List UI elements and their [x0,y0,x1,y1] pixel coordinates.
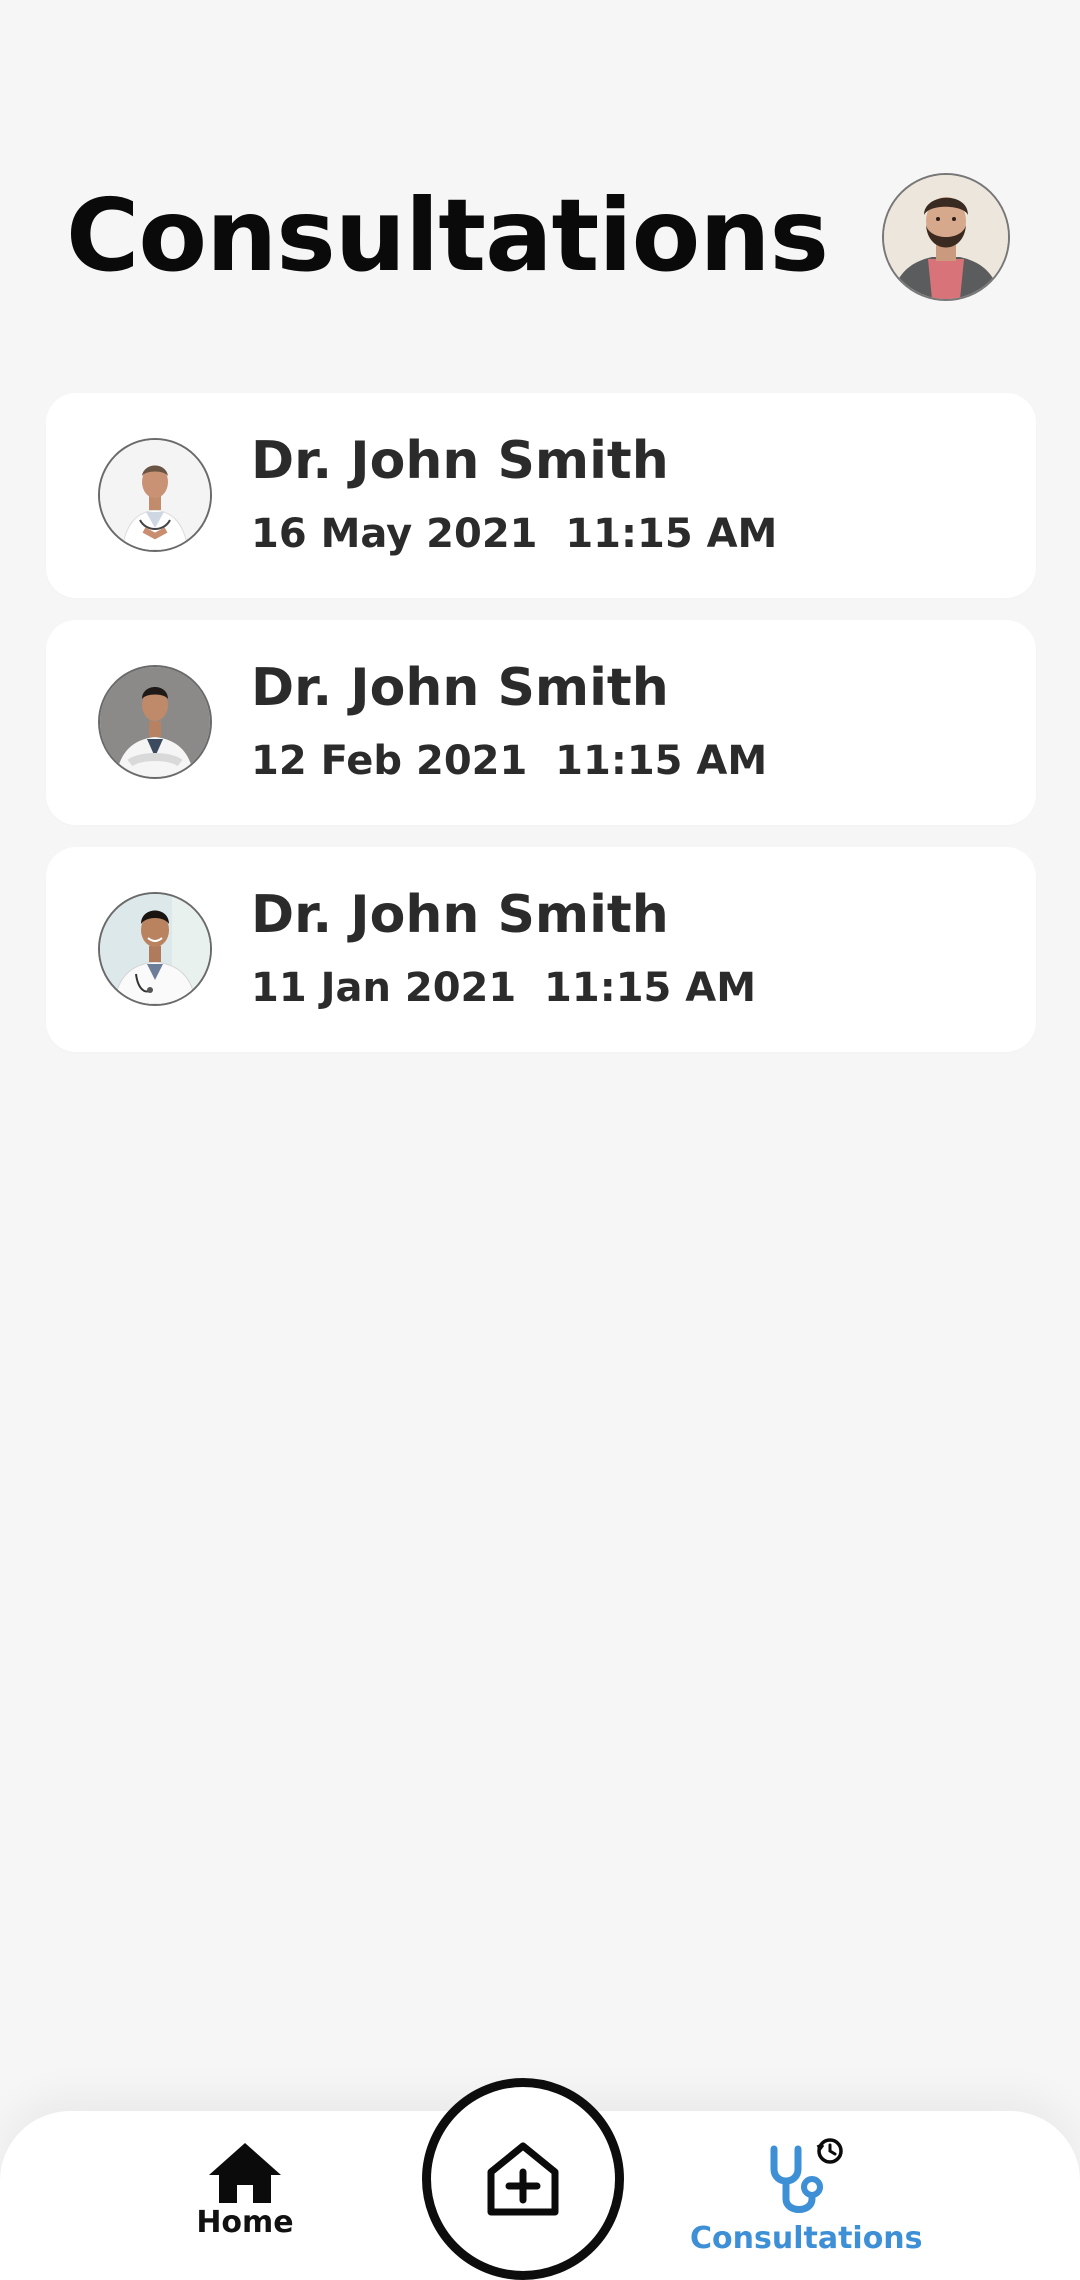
home-icon [209,2143,281,2203]
consultation-datetime: 16 May 2021 11:15 AM [251,511,778,557]
doctor-avatar-icon [100,440,210,550]
nav-home-tab[interactable]: Home [180,2141,310,2261]
doctor-avatar-icon [100,667,210,777]
nav-home-label: Home [196,2205,294,2240]
doctor-avatar [98,892,212,1006]
consultation-card[interactable]: Dr. John Smith 16 May 2021 11:15 AM [46,393,1036,598]
page-title: Consultations [66,177,829,294]
add-consultation-button[interactable] [422,2078,624,2280]
user-avatar[interactable] [882,173,1010,301]
user-avatar-icon [884,175,1008,299]
nav-consultations-label: Consultations [690,2221,923,2256]
consultation-datetime: 12 Feb 2021 11:15 AM [251,738,768,784]
doctor-avatar [98,438,212,552]
consultation-card[interactable]: Dr. John Smith 11 Jan 2021 11:15 AM [46,847,1036,1052]
doctor-name: Dr. John Smith [251,431,669,491]
consultation-datetime: 11 Jan 2021 11:15 AM [251,965,757,1011]
stethoscope-history-icon [770,2138,843,2213]
hospital-plus-icon [487,2142,559,2216]
doctor-avatar-icon [100,894,210,1004]
consultation-list: Dr. John Smith 16 May 2021 11:15 AM Dr. … [46,393,1036,1074]
doctor-name: Dr. John Smith [251,658,669,718]
header: Consultations [0,0,1080,370]
nav-consultations-tab[interactable]: Consultations [690,2135,923,2265]
doctor-name: Dr. John Smith [251,885,669,945]
doctor-avatar [98,665,212,779]
consultation-card[interactable]: Dr. John Smith 12 Feb 2021 11:15 AM [46,620,1036,825]
